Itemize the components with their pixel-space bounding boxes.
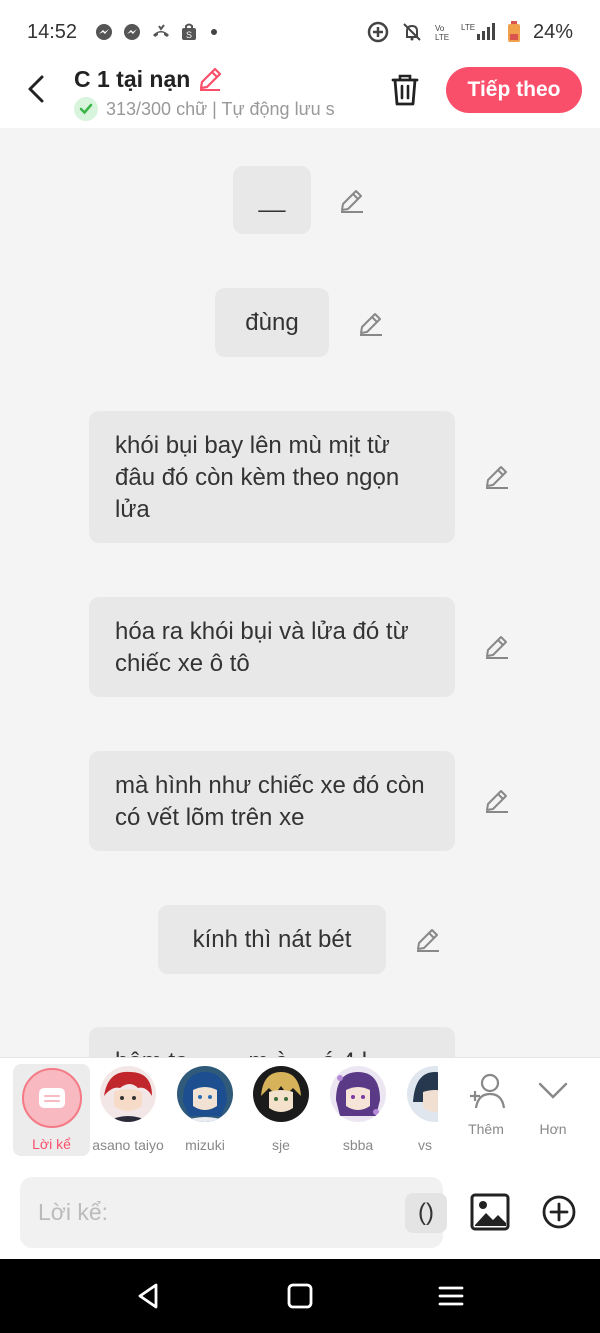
avatar	[330, 1066, 386, 1122]
edit-icon[interactable]	[483, 632, 511, 660]
missed-call-icon	[153, 24, 170, 37]
edit-icon[interactable]	[357, 309, 385, 337]
character-mizuki[interactable]: mizuki	[167, 1066, 243, 1153]
messenger-icon	[124, 24, 141, 40]
image-icon[interactable]	[470, 1193, 510, 1231]
avatar	[177, 1066, 233, 1122]
chapter-title[interactable]: C 1 tại nạn	[74, 64, 224, 94]
messenger-icon	[96, 24, 113, 40]
character-name: sje	[272, 1137, 290, 1153]
add-circle-icon[interactable]	[541, 1194, 577, 1230]
word-count-status: 313/300 chữ | Tự động lưu s	[74, 97, 360, 121]
nav-menu-icon[interactable]	[436, 1281, 466, 1311]
trash-icon[interactable]	[388, 72, 422, 108]
message-bubble[interactable]: mà hình như chiếc xe đó còn có vết lõm t…	[89, 751, 455, 851]
battery-icon	[507, 21, 520, 42]
narration-input-box[interactable]: ()	[20, 1177, 447, 1248]
character-sbba[interactable]: sbba	[320, 1066, 396, 1153]
narrator-icon	[22, 1068, 82, 1128]
add-person-icon	[470, 1073, 506, 1109]
edit-icon[interactable]	[414, 925, 442, 953]
avatar	[100, 1066, 156, 1122]
composer: ()	[0, 1167, 600, 1259]
volte-icon: VoLTE	[435, 24, 449, 42]
message-bubble[interactable]: đùng	[215, 288, 329, 357]
svg-text:LTE: LTE	[435, 33, 449, 42]
back-arrow-icon[interactable]	[22, 74, 52, 104]
character-selector: Lời kể asano taiyo mizuki sje sbba vs Th…	[0, 1057, 600, 1167]
character-name: vs	[418, 1137, 432, 1153]
nav-home-icon[interactable]	[285, 1281, 315, 1311]
avatar	[407, 1066, 438, 1122]
data-saver-icon	[367, 21, 389, 43]
lte-signal-icon: LTE	[461, 23, 495, 40]
character-sje[interactable]: sje	[243, 1066, 319, 1153]
system-icons: Vo LTE LTE 24%	[367, 21, 573, 44]
character-name: asano taiyo	[92, 1137, 164, 1153]
message-bubble[interactable]: hôm ta ... ... m à ... ó 4 l...	[89, 1027, 455, 1057]
avatar	[253, 1066, 309, 1122]
system-navigation-bar	[0, 1259, 600, 1333]
narrator-label: Lời kể	[32, 1136, 71, 1152]
nav-back-icon[interactable]	[134, 1281, 164, 1311]
check-icon	[74, 97, 98, 121]
shopping-bag-icon: S	[182, 23, 197, 40]
notification-icons: S	[95, 23, 218, 41]
message-bubble[interactable]: kính thì nát bét	[158, 905, 386, 974]
more-characters-label: Hơn	[539, 1121, 567, 1137]
next-button[interactable]: Tiếp theo	[446, 67, 582, 113]
status-time: 14:52	[27, 20, 78, 43]
editor-header: C 1 tại nạn 313/300 chữ | Tự động lưu s …	[0, 64, 600, 128]
more-notifications-dot	[211, 29, 218, 35]
message-bubble[interactable]: khói bụi bay lên mù mịt từ đâu đó còn kè…	[89, 411, 455, 543]
add-character-label: Thêm	[468, 1121, 504, 1137]
edit-icon[interactable]	[483, 786, 511, 814]
battery-percent: 24%	[532, 20, 573, 43]
mute-icon	[403, 23, 421, 41]
message-bubble[interactable]: hóa ra khói bụi và lửa đó từ chiếc xe ô …	[89, 597, 455, 697]
word-count-text: 313/300 chữ | Tự động lưu s	[106, 98, 335, 119]
narration-input[interactable]	[38, 1177, 378, 1248]
chapter-title-text: C 1 tại nạn	[74, 66, 191, 92]
more-characters-button[interactable]: Hơn	[523, 1072, 583, 1137]
edit-icon[interactable]	[338, 186, 366, 214]
narrator-option[interactable]: Lời kể	[13, 1064, 90, 1156]
character-vs[interactable]: vs	[396, 1066, 438, 1153]
edit-icon[interactable]	[483, 462, 511, 490]
character-name: mizuki	[185, 1137, 225, 1153]
status-bar: 14:52 S Vo LTE LTE 24%	[0, 0, 600, 64]
edit-title-icon[interactable]	[196, 65, 224, 93]
svg-text:Vo: Vo	[435, 24, 445, 33]
message-list[interactable]: __ đùng khói bụi bay lên mù mịt từ đâu đ…	[0, 128, 600, 1057]
character-name: sbba	[342, 1137, 374, 1153]
character-asano-taiyo[interactable]: asano taiyo	[90, 1066, 166, 1153]
svg-text:S: S	[186, 30, 192, 40]
chevron-down-icon	[538, 1082, 568, 1099]
message-bubble[interactable]: __	[233, 166, 311, 234]
parentheses-button[interactable]: ()	[405, 1193, 447, 1233]
add-character-button[interactable]: Thêm	[456, 1072, 516, 1137]
svg-text:LTE: LTE	[461, 23, 475, 32]
